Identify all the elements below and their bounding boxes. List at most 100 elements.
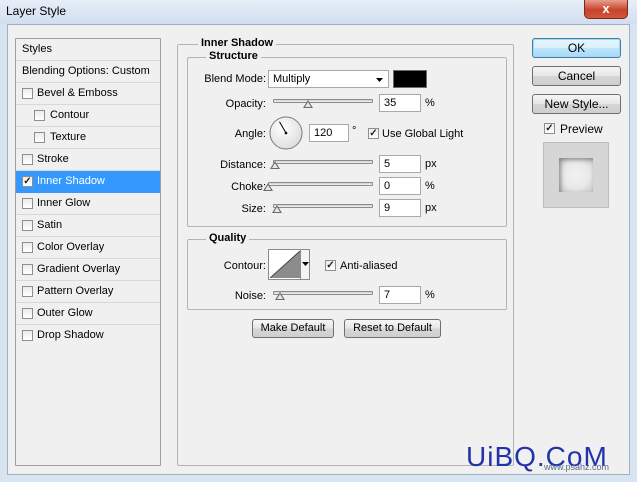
watermark-url: www.psahz.com [544,462,610,472]
checkmark-icon: ✓ [369,128,378,139]
choke-label: Choke: [231,181,266,193]
window-title: Layer Style [6,4,67,18]
styles-header-label: Styles [22,43,52,55]
blend-mode-value: Multiply [273,73,311,85]
sidebar-item-label: Drop Shadow [37,329,104,341]
gradient-overlay-checkbox[interactable] [22,264,33,275]
sidebar-item-label: Color Overlay [37,241,105,253]
angle-input[interactable]: 120 [309,124,349,142]
color-overlay-checkbox[interactable] [22,242,33,253]
opacity-label: Opacity: [225,98,266,110]
sidebar-item-pattern-overlay[interactable]: Pattern Overlay [16,281,160,303]
close-icon: x [602,1,610,16]
close-button[interactable]: x [584,0,628,19]
sidebar-item-label: Outer Glow [37,307,93,319]
new-style-button[interactable]: New Style... [532,94,621,114]
sidebar-item-label: Satin [37,219,63,231]
drop-shadow-checkbox[interactable] [22,330,33,341]
distance-unit: px [425,158,437,170]
choke-unit: % [425,180,435,192]
distance-input[interactable]: 5 [379,155,421,173]
opacity-unit: % [425,97,435,109]
noise-input[interactable]: 7 [379,286,421,304]
opacity-slider-thumb[interactable] [303,100,313,108]
sidebar-item-label: Blending Options: Custom [22,65,150,77]
opacity-slider[interactable] [273,99,373,103]
texture-checkbox[interactable] [34,132,45,143]
quality-heading: Quality [206,232,250,244]
inner-shadow-heading: Inner Shadow [198,37,277,49]
sidebar-item-satin[interactable]: Satin [16,215,160,237]
contour-checkbox[interactable] [34,110,45,121]
size-input[interactable]: 9 [379,199,421,217]
noise-label: Noise: [234,290,266,302]
sidebar-item-label: Inner Shadow [37,175,105,187]
sidebar-item-drop-shadow[interactable]: Drop Shadow [16,325,160,347]
sidebar-item-label: Bevel & Emboss [37,87,118,99]
inner-glow-checkbox[interactable] [22,198,33,209]
sidebar-item-blending-options[interactable]: Blending Options: Custom [16,61,160,83]
structure-heading: Structure [206,50,261,62]
size-slider[interactable] [273,204,373,208]
ok-button[interactable]: OK [532,38,621,58]
checkmark-icon: ✓ [326,260,335,271]
blend-mode-select[interactable]: Multiply [268,70,389,88]
sidebar-item-outer-glow[interactable]: Outer Glow [16,303,160,325]
distance-label: Distance: [220,159,266,171]
preview-label: Preview [560,122,603,136]
dropdown-arrow-icon [302,262,309,266]
noise-slider-thumb[interactable] [275,292,285,300]
bevel-emboss-checkbox[interactable] [22,88,33,99]
sidebar-item-contour[interactable]: Contour [16,105,160,127]
preview-checkbox[interactable]: ✓ [544,123,555,134]
contour-picker[interactable] [268,249,310,280]
preview-swatch [559,158,593,192]
opacity-input[interactable]: 35 [379,94,421,112]
sidebar-item-inner-shadow[interactable]: ✓ Inner Shadow [16,171,160,193]
pattern-overlay-checkbox[interactable] [22,286,33,297]
angle-unit: ° [352,125,357,137]
reset-to-default-button[interactable]: Reset to Default [344,319,441,338]
use-global-light-label: Use Global Light [382,128,464,140]
contour-label: Contour: [223,260,266,272]
checkmark-icon: ✓ [23,176,32,187]
sidebar-item-label: Contour [50,109,90,121]
sidebar-item-color-overlay[interactable]: Color Overlay [16,237,160,259]
size-unit: px [425,202,437,214]
blend-mode-label: Blend Mode: [204,73,266,85]
sidebar-item-texture[interactable]: Texture [16,127,160,149]
sidebar-item-bevel-emboss[interactable]: Bevel & Emboss [16,83,160,105]
sidebar-item-label: Pattern Overlay [37,285,114,297]
sidebar-item-gradient-overlay[interactable]: Gradient Overlay [16,259,160,281]
choke-slider-thumb[interactable] [263,183,273,191]
size-slider-thumb[interactable] [272,205,282,213]
outer-glow-checkbox[interactable] [22,308,33,319]
style-list: Styles Blending Options: Custom Bevel & … [15,38,161,466]
satin-checkbox[interactable] [22,220,33,231]
dropdown-arrow-icon [375,72,384,89]
cancel-button[interactable]: Cancel [532,66,621,86]
contour-curve-icon [270,251,300,278]
styles-header[interactable]: Styles [16,39,160,61]
contour-dropdown-button[interactable] [300,250,309,279]
sidebar-item-label: Inner Glow [37,197,91,209]
choke-slider[interactable] [268,182,373,186]
make-default-button[interactable]: Make Default [252,319,334,338]
choke-input[interactable]: 0 [379,177,421,195]
style-preview-thumbnail [543,142,609,208]
noise-unit: % [425,289,435,301]
distance-slider-thumb[interactable] [270,161,280,169]
noise-slider[interactable] [273,291,373,295]
sidebar-item-stroke[interactable]: Stroke [16,149,160,171]
shadow-color-swatch[interactable] [393,70,427,88]
stroke-checkbox[interactable] [22,154,33,165]
angle-dial[interactable] [268,115,304,151]
use-global-light-checkbox[interactable]: ✓ [368,128,379,139]
sidebar-item-inner-glow[interactable]: Inner Glow [16,193,160,215]
distance-slider[interactable] [273,160,373,164]
angle-label: Angle: [234,128,266,140]
size-label: Size: [241,203,266,215]
inner-shadow-checkbox[interactable]: ✓ [22,176,33,187]
anti-aliased-label: Anti-aliased [340,260,398,272]
anti-aliased-checkbox[interactable]: ✓ [325,260,336,271]
